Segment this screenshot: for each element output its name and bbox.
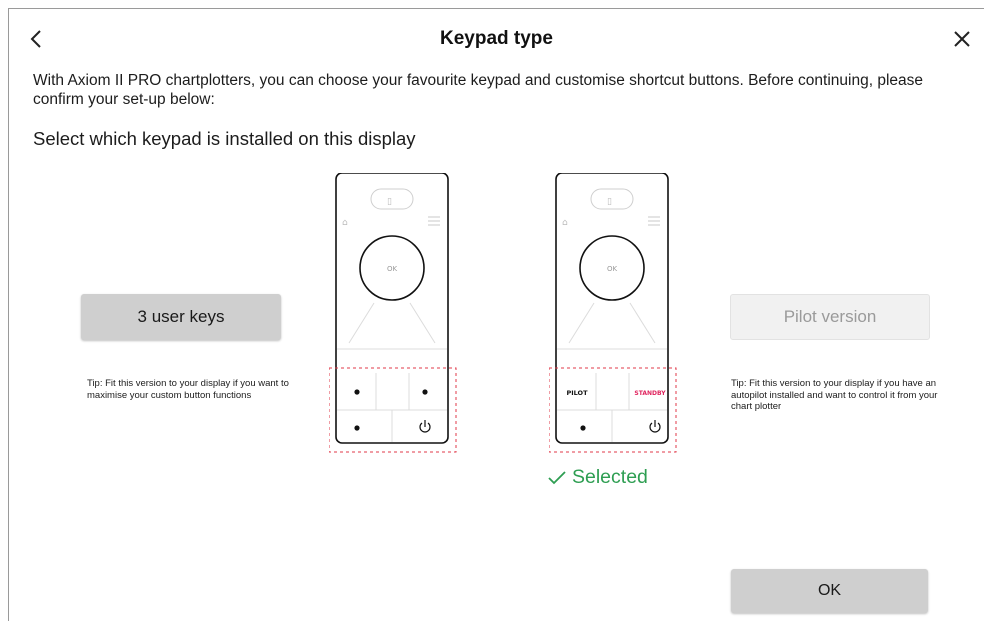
close-icon bbox=[954, 31, 970, 47]
keypad-ok-label: OK bbox=[387, 265, 398, 273]
ok-button[interactable]: OK bbox=[731, 569, 928, 613]
user-keys-tip: Tip: Fit this version to your display if… bbox=[87, 378, 289, 401]
svg-text:⌂: ⌂ bbox=[342, 218, 348, 228]
selected-indicator: Selected bbox=[548, 466, 648, 489]
pilot-key-label: PILOT bbox=[566, 389, 588, 397]
svg-text:▯: ▯ bbox=[387, 197, 392, 207]
svg-text:▯: ▯ bbox=[607, 197, 612, 207]
section-heading: Select which keypad is installed on this… bbox=[33, 128, 416, 149]
intro-text: With Axiom II PRO chartplotters, you can… bbox=[33, 72, 923, 108]
keypad-illustration-user-keys[interactable]: ▯ ⌂ OK bbox=[329, 173, 459, 453]
pilot-version-button[interactable]: Pilot version bbox=[730, 294, 930, 340]
standby-key-label: STANDBY bbox=[634, 390, 666, 397]
page-title: Keypad type bbox=[440, 28, 553, 49]
pilot-version-tip: Tip: Fit this version to your display if… bbox=[731, 378, 938, 412]
svg-text:⌂: ⌂ bbox=[562, 218, 568, 228]
user-keys-button[interactable]: 3 user keys bbox=[81, 294, 281, 340]
selected-label: Selected bbox=[572, 466, 648, 488]
close-button[interactable] bbox=[950, 27, 974, 51]
checkmark-icon bbox=[548, 470, 566, 484]
dialog-frame: Keypad type With Axiom II PRO chartplott… bbox=[8, 8, 984, 621]
keypad-ok-label: OK bbox=[607, 265, 618, 273]
keypad-illustration-pilot[interactable]: ▯ ⌂ OK PILOT STANDBY bbox=[549, 173, 679, 453]
